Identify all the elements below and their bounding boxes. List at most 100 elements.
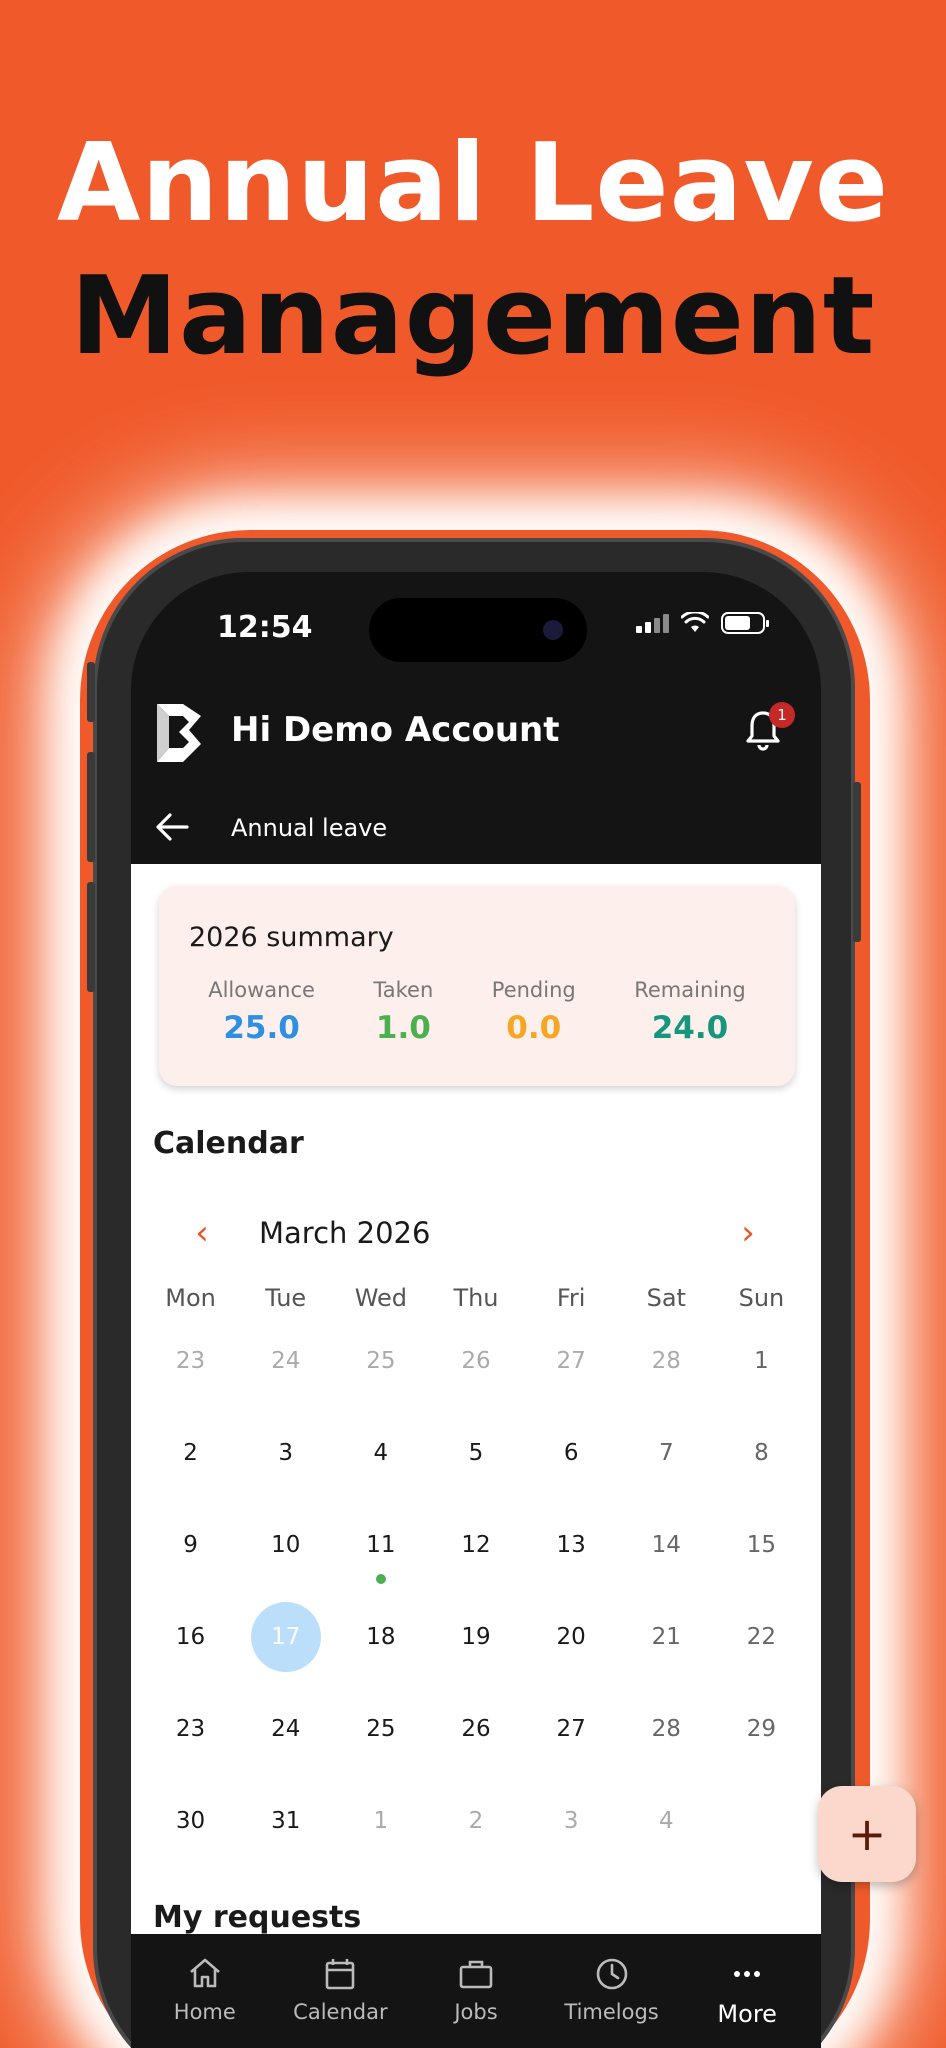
calendar-day[interactable]: 19 (428, 1610, 523, 1702)
dynamic-island (369, 598, 587, 662)
stat-value: 1.0 (375, 1010, 431, 1046)
greeting-text: Hi Demo Account (231, 710, 560, 750)
nav-label: More (717, 2000, 777, 2028)
notification-badge: 1 (769, 702, 795, 728)
calendar-day[interactable]: 24 (238, 1702, 333, 1794)
weekday-label: Tue (265, 1284, 307, 1312)
stat-label: Allowance (208, 978, 315, 1002)
calendar-day[interactable]: 31 (238, 1794, 333, 1886)
more-icon (734, 1971, 761, 1977)
nav-label: Timelogs (564, 2000, 659, 2024)
calendar-day[interactable]: 26 (428, 1702, 523, 1794)
calendar-day[interactable]: 25 (333, 1334, 428, 1426)
calendar-day[interactable]: 3 (524, 1794, 619, 1886)
calendar-week: 30 31 1 2 3 4 (131, 1794, 821, 1886)
home-icon (189, 1958, 220, 1988)
calendar-day[interactable]: 4 (333, 1426, 428, 1518)
calendar-day[interactable]: 23 (143, 1334, 238, 1426)
calendar-day[interactable]: 28 (619, 1334, 714, 1426)
calendar-day[interactable]: 7 (619, 1426, 714, 1518)
promo-headline: Annual Leave Management (0, 118, 946, 384)
calendar-day[interactable]: 18 (333, 1610, 428, 1702)
calendar-day[interactable]: 29 (714, 1702, 809, 1794)
calendar-day[interactable]: 2 (428, 1794, 523, 1886)
leave-marker-dot (375, 1574, 386, 1584)
calendar-day[interactable]: 16 (143, 1610, 238, 1702)
briefcase-icon (459, 1960, 493, 1989)
status-time: 12:54 (217, 610, 313, 645)
camera-icon (543, 620, 563, 640)
nav-timelogs[interactable]: Timelogs (544, 1944, 680, 2048)
main-content: 2026 summary Allowance 25.0 Taken 1.0 Pendin… (131, 864, 821, 1934)
nav-jobs[interactable]: Jobs (408, 1944, 544, 2048)
nav-more[interactable]: More (679, 1944, 815, 2048)
calendar-day[interactable]: 12 (428, 1518, 523, 1610)
volume-up-button (87, 752, 95, 862)
stat-value: 24.0 (651, 1010, 729, 1046)
weekday-label: Wed (354, 1284, 408, 1312)
calendar-day[interactable]: 20 (524, 1610, 619, 1702)
calendar-day[interactable]: 28 (619, 1702, 714, 1794)
clock-icon (596, 1958, 627, 1990)
stat-label: Remaining (634, 978, 746, 1002)
calendar-day[interactable]: 11 (333, 1518, 428, 1610)
calendar-day[interactable]: 1 (714, 1334, 809, 1426)
calendar-day[interactable]: 3 (238, 1426, 333, 1518)
stat-label: Pending (491, 978, 576, 1002)
stat-remaining: Remaining 24.0 (634, 978, 746, 1046)
calendar-day[interactable]: 4 (619, 1794, 714, 1886)
calendar-day[interactable]: 30 (143, 1794, 238, 1886)
wifi-icon (681, 612, 709, 632)
calendar-week: 23 24 25 26 27 28 29 (131, 1702, 821, 1794)
calendar-day[interactable]: 5 (428, 1426, 523, 1518)
calendar-day[interactable]: 15 (714, 1518, 809, 1610)
weekday-label: Sun (738, 1284, 785, 1312)
weekday-label: Thu (453, 1284, 499, 1312)
stat-pending: Pending 0.0 (492, 978, 576, 1046)
calendar-day[interactable]: 14 (619, 1518, 714, 1610)
bottom-nav: Home Calendar Jobs Timelogs More (131, 1934, 821, 2048)
calendar-day[interactable]: 6 (524, 1426, 619, 1518)
nav-label: Home (173, 2000, 236, 2024)
calendar-day[interactable]: 10 (238, 1518, 333, 1610)
month-label: March 2026 (259, 1216, 431, 1250)
weekday-header-row: Mon Tue Wed Thu Fri Sat Sun (131, 1284, 821, 1334)
calendar-day (714, 1794, 809, 1886)
calendar-day[interactable]: 8 (714, 1426, 809, 1518)
calendar-icon (326, 1959, 355, 1990)
next-month-button[interactable]: › (733, 1216, 763, 1250)
calendar-day-today[interactable]: 17 (238, 1602, 333, 1702)
summary-card: 2026 summary Allowance 25.0 Taken 1.0 Pendin… (159, 886, 795, 1086)
page-title: Annual leave (231, 814, 388, 842)
add-request-button[interactable]: + (818, 1786, 916, 1882)
battery-icon (721, 612, 769, 634)
calendar-day[interactable]: 13 (524, 1518, 619, 1610)
calendar-day[interactable]: 23 (143, 1702, 238, 1794)
power-button (853, 782, 861, 942)
brand-logo-icon (157, 704, 201, 762)
nav-calendar[interactable]: Calendar (273, 1944, 409, 2048)
calendar-day[interactable]: 27 (524, 1334, 619, 1426)
weekday-label: Mon (165, 1284, 216, 1312)
calendar-day[interactable]: 9 (143, 1518, 238, 1610)
back-arrow-icon[interactable] (155, 812, 189, 842)
calendar-grid: Mon Tue Wed Thu Fri Sat Sun 23 24 25 26 27 28 1 2 3 4 5 6 7… (131, 1284, 821, 1886)
calendar-day[interactable]: 27 (524, 1702, 619, 1794)
headline-line-2: Management (70, 253, 876, 379)
weekday-label: Fri (556, 1284, 586, 1312)
sub-bar: Annual leave (131, 792, 821, 864)
calendar-day[interactable]: 1 (333, 1794, 428, 1886)
calendar-day[interactable]: 21 (619, 1610, 714, 1702)
phone-screen: 12:54 Hi Demo Account 1 Annual leave 202… (131, 572, 821, 2048)
phone-frame: 12:54 Hi Demo Account 1 Annual leave 202… (87, 538, 861, 2048)
volume-down-button (87, 882, 95, 992)
calendar-day[interactable]: 22 (714, 1610, 809, 1702)
stat-label: Taken (373, 978, 434, 1002)
calendar-day[interactable]: 26 (428, 1334, 523, 1426)
prev-month-button[interactable]: ‹ (187, 1216, 217, 1250)
calendar-week: 16 17 18 19 20 21 22 (131, 1602, 821, 1702)
nav-home[interactable]: Home (137, 1944, 273, 2048)
calendar-day[interactable]: 25 (333, 1702, 428, 1794)
calendar-day[interactable]: 24 (238, 1334, 333, 1426)
calendar-day[interactable]: 2 (143, 1426, 238, 1518)
